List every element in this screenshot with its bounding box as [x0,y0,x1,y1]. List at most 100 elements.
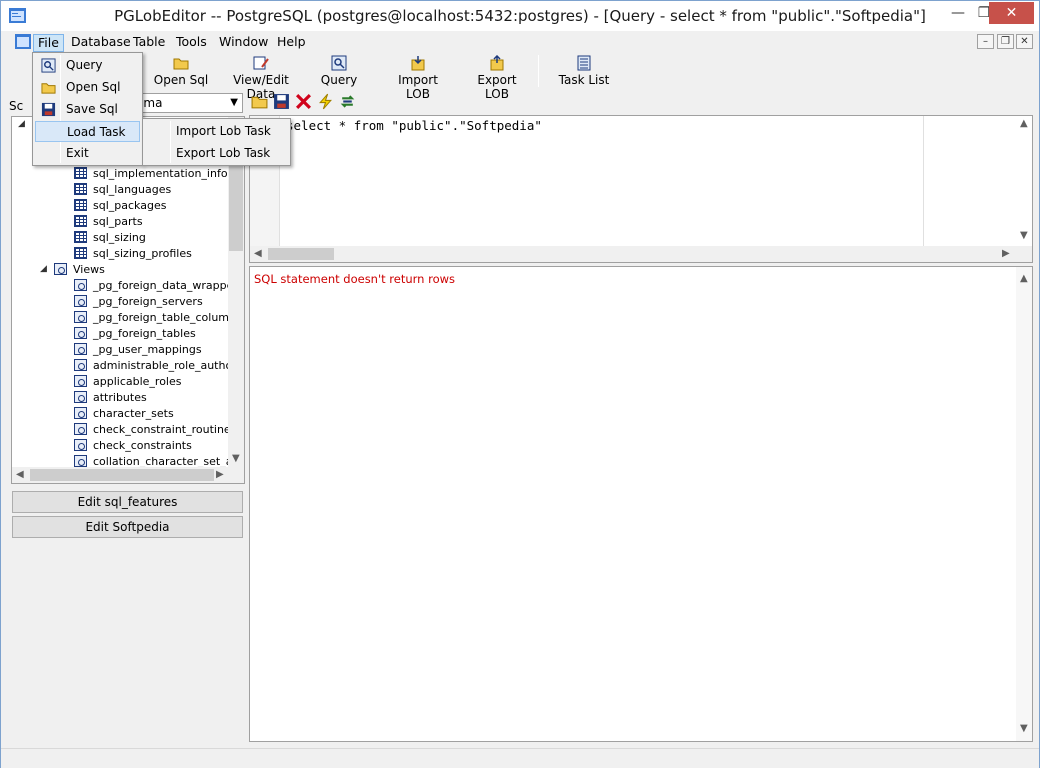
menu-database[interactable]: Database [67,34,135,52]
file-menu-save-sql[interactable]: Save Sql [35,99,140,120]
edit-sql-features-button[interactable]: Edit sql_features [12,491,243,513]
scroll-down-icon[interactable]: ▼ [1020,230,1028,241]
object-tree[interactable]: ◢ sql_implementation_info sql_languages … [11,116,245,484]
tree-item-label: check_constraints [93,439,192,452]
tree-item-table[interactable]: sql_sizing_profiles [74,246,192,262]
open-sql-label: Open Sql [153,73,209,87]
tree-item-label: applicable_roles [93,375,182,388]
result-pane[interactable]: SQL statement doesn't return rows ▲ ▼ [249,266,1033,742]
tree-item-table[interactable]: sql_packages [74,198,166,214]
mdi-close-button[interactable]: ✕ [1016,34,1033,49]
export-lob-task-item[interactable]: Export Lob Task [145,143,288,164]
editor-margin-line [923,116,924,246]
table-icon [74,247,87,259]
tree-item-view[interactable]: _pg_foreign_tables [74,326,196,342]
tree-horizontal-scrollbar[interactable]: ◀ ▶ [12,467,244,483]
file-menu-open-sql[interactable]: Open Sql [35,77,140,98]
tree-item-view[interactable]: _pg_foreign_servers [74,294,203,310]
tree-item-view[interactable]: _pg_user_mappings [74,342,202,358]
schema-select[interactable]: ema ▼ [131,93,243,113]
file-menu-exit-label: Exit [66,146,89,160]
tree-item-view[interactable]: administrable_role_authoriza [74,358,245,374]
file-menu-load-task-label: Load Task [67,125,126,139]
scroll-left-icon[interactable]: ◀ [254,248,262,259]
minimize-button[interactable]: — [945,2,971,24]
tree-item-view[interactable]: check_constraints [74,438,192,454]
app-window: PGLobEditor -- PostgreSQL (postgres@loca… [0,0,1040,768]
view-icon [74,327,87,339]
tree-vertical-thumb[interactable] [229,151,243,251]
import-lob-icon [411,56,425,71]
status-bar [1,748,1039,768]
tree-item-label: administrable_role_authoriza [93,359,245,372]
tree-item-table[interactable]: sql_implementation_info [74,166,228,182]
view-icon [74,359,87,371]
open-sql-button[interactable]: Open Sql [153,53,209,89]
editor-horizontal-thumb[interactable] [268,248,334,260]
sql-code[interactable]: select * from "public"."Softpedia" [286,118,542,133]
tree-vertical-scrollbar[interactable]: ▲ ▼ [228,117,244,467]
sql-editor[interactable]: select * from "public"."Softpedia" ▲ ▼ ◀… [249,115,1033,263]
chevron-down-icon: ▼ [230,97,238,108]
execute-icon[interactable] [317,93,334,110]
export-lob-button[interactable]: Export LOB [465,53,529,101]
view-icon [74,407,87,419]
tree-item-view[interactable]: _pg_foreign_table_columns [74,310,242,326]
menu-window[interactable]: Window [215,34,272,52]
edit-softpedia-button[interactable]: Edit Softpedia [12,516,243,538]
view-edit-data-button[interactable]: View/Edit Data [219,53,303,101]
tree-item-table[interactable]: sql_sizing [74,230,146,246]
export-lob-label: Export LOB [477,73,517,101]
views-folder-icon [54,263,67,275]
menu-tools[interactable]: Tools [172,34,211,52]
scroll-right-icon[interactable]: ▶ [216,469,224,480]
file-menu-load-task[interactable]: Load Task [35,121,140,142]
import-lob-task-item[interactable]: Import Lob Task [145,121,288,142]
menu-help[interactable]: Help [273,34,310,52]
tree-item-table[interactable]: sql_parts [74,214,143,230]
editor-horizontal-scrollbar[interactable]: ◀ ▶ [250,246,1032,262]
scroll-up-icon[interactable]: ▲ [1020,273,1028,284]
scroll-right-icon[interactable]: ▶ [1002,248,1010,259]
task-list-button[interactable]: Task List [556,53,612,89]
tree-item-view[interactable]: applicable_roles [74,374,181,390]
mdi-minimize-button[interactable]: – [977,34,994,49]
tree-item-view[interactable]: check_constraint_routine_us [74,422,244,438]
tree-item-label: _pg_foreign_servers [93,295,203,308]
file-menu-open-sql-label: Open Sql [66,80,121,94]
views-expander-icon[interactable]: ◢ [40,264,47,274]
table-icon [74,215,87,227]
toolbar-separator [538,55,539,87]
mdi-restore-button[interactable]: ❐ [997,34,1014,49]
close-button[interactable]: ✕ [989,2,1034,24]
editor-vertical-scrollbar[interactable]: ▲ ▼ [1016,116,1032,246]
save-icon[interactable] [273,93,290,110]
schema-label: Sc [9,99,24,113]
open-folder-icon[interactable] [251,93,268,110]
view-icon [74,439,87,451]
result-vertical-scrollbar[interactable]: ▲ ▼ [1016,267,1032,741]
load-task-submenu: Import Lob Task Export Lob Task [142,118,291,166]
file-menu-exit[interactable]: Exit [35,143,140,164]
tree-item-view[interactable]: character_sets [74,406,174,422]
scroll-left-icon[interactable]: ◀ [16,469,24,480]
menu-table[interactable]: Table [129,34,169,52]
tree-item-views[interactable]: Views [54,262,105,278]
tree-expander-icon[interactable]: ◢ [18,119,25,129]
mdi-child-icon[interactable] [15,34,31,49]
tree-item-label: sql_packages [93,199,167,212]
tree-horizontal-thumb[interactable] [30,469,214,481]
tree-item-view[interactable]: attributes [74,390,147,406]
query-button[interactable]: Query [317,53,361,89]
scroll-up-icon[interactable]: ▲ [1020,118,1028,129]
tree-item-view[interactable]: _pg_foreign_data_wrappers [74,278,244,294]
scroll-down-icon[interactable]: ▼ [1020,723,1028,734]
import-lob-button[interactable]: Import LOB [385,53,451,101]
scroll-down-icon[interactable]: ▼ [232,453,240,464]
file-menu-query[interactable]: Query [35,55,140,76]
menu-file[interactable]: File [33,34,64,52]
refresh-icon[interactable] [339,93,356,110]
tree-item-table[interactable]: sql_languages [74,182,171,198]
tree-item-label: sql_implementation_info [93,167,228,180]
delete-icon[interactable] [295,93,312,110]
